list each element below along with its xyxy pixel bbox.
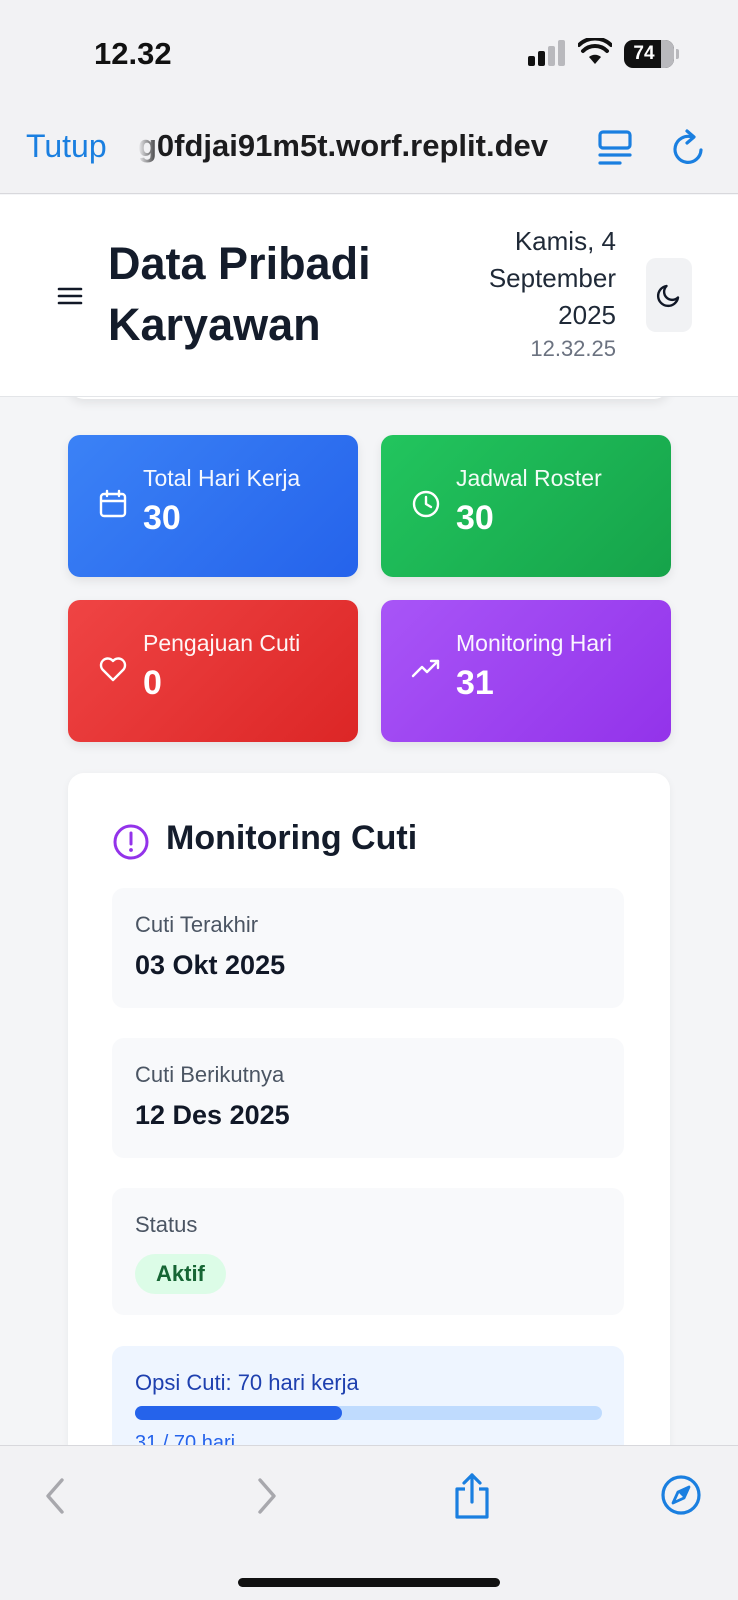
cellular-signal-icon — [528, 40, 566, 66]
stat-card-monitoring-hari[interactable]: Monitoring Hari 31 — [381, 600, 671, 742]
stat-card-pengajuan-cuti[interactable]: Pengajuan Cuti 0 — [68, 600, 358, 742]
current-time: 12.32.25 — [530, 336, 616, 361]
page-title: Data Pribadi Karyawan — [108, 238, 371, 350]
app-header: Data Pribadi Karyawan Kamis, 4 September… — [0, 195, 738, 397]
monitoring-title: Monitoring Cuti — [166, 819, 418, 857]
battery-icon: 74 — [624, 40, 674, 68]
reload-icon[interactable] — [670, 128, 708, 168]
next-leave-box: Cuti Berikutnya 12 Des 2025 — [112, 1038, 624, 1158]
leave-option-label: Opsi Cuti: 70 hari kerja — [135, 1370, 359, 1395]
monitoring-cuti-card: Monitoring Cuti Cuti Terakhir 03 Okt 202… — [68, 773, 670, 1445]
stat-label: Pengajuan Cuti — [143, 630, 301, 656]
share-icon[interactable] — [452, 1472, 492, 1520]
last-leave-value: 03 Okt 2025 — [135, 950, 286, 980]
reader-mode-icon[interactable] — [596, 128, 634, 168]
home-indicator — [238, 1578, 500, 1587]
stat-label: Monitoring Hari — [456, 630, 612, 656]
status-bar: 12.32 74 — [0, 0, 738, 110]
last-leave-box: Cuti Terakhir 03 Okt 2025 — [112, 888, 624, 1008]
dark-mode-toggle[interactable] — [646, 258, 692, 332]
stat-card-total-hari-kerja[interactable]: Total Hari Kerja 30 — [68, 435, 358, 577]
clock-icon — [412, 490, 440, 518]
leave-progress-bar — [135, 1406, 602, 1420]
date-block: Kamis, 4 September 2025 12.32.25 — [440, 223, 616, 364]
leave-progress-fill — [135, 1406, 342, 1420]
status-label: Status — [135, 1212, 198, 1237]
forward-arrow-icon[interactable] — [252, 1476, 282, 1516]
back-arrow-icon[interactable] — [40, 1476, 70, 1516]
status-badge: Aktif — [135, 1254, 226, 1294]
browser-bottom-bar — [0, 1445, 738, 1600]
wifi-icon — [578, 38, 612, 64]
calendar-icon — [99, 489, 127, 518]
url-fade — [138, 126, 160, 166]
stat-card-jadwal-roster[interactable]: Jadwal Roster 30 — [381, 435, 671, 577]
current-date: Kamis, 4 September 2025 — [488, 226, 616, 330]
status-box: Status Aktif — [112, 1188, 624, 1315]
heart-icon — [99, 657, 127, 682]
close-button[interactable]: Tutup — [26, 126, 107, 166]
status-time: 12.32 — [94, 36, 172, 71]
compass-icon[interactable] — [660, 1474, 702, 1516]
leave-option-box: Opsi Cuti: 70 hari kerja 31 / 70 hari — [112, 1346, 624, 1445]
moon-icon — [657, 284, 680, 307]
stat-value: 31 — [456, 664, 494, 702]
battery-percent: 74 — [633, 43, 655, 64]
next-leave-label: Cuti Berikutnya — [135, 1062, 285, 1087]
browser-top-bar: Tutup g0fdjai91m5t.worf.replit.dev — [0, 110, 738, 194]
stat-value: 0 — [143, 664, 162, 702]
next-leave-value: 12 Des 2025 — [135, 1100, 290, 1130]
url-field[interactable]: g0fdjai91m5t.worf.replit.dev — [138, 126, 570, 166]
alert-circle-icon — [113, 824, 149, 860]
web-page: Total Hari Kerja 30 Jadwal Roster 30 Pen… — [0, 195, 738, 1445]
stat-value: 30 — [143, 499, 181, 537]
stat-label: Total Hari Kerja — [143, 465, 301, 491]
stat-value: 30 — [456, 499, 494, 537]
battery-nub — [676, 49, 679, 59]
last-leave-label: Cuti Terakhir — [135, 912, 259, 937]
leave-option-count: 31 / 70 hari — [135, 1432, 236, 1445]
stat-label: Jadwal Roster — [456, 465, 602, 491]
hamburger-menu-icon[interactable] — [55, 281, 85, 311]
trending-up-icon — [411, 659, 440, 678]
